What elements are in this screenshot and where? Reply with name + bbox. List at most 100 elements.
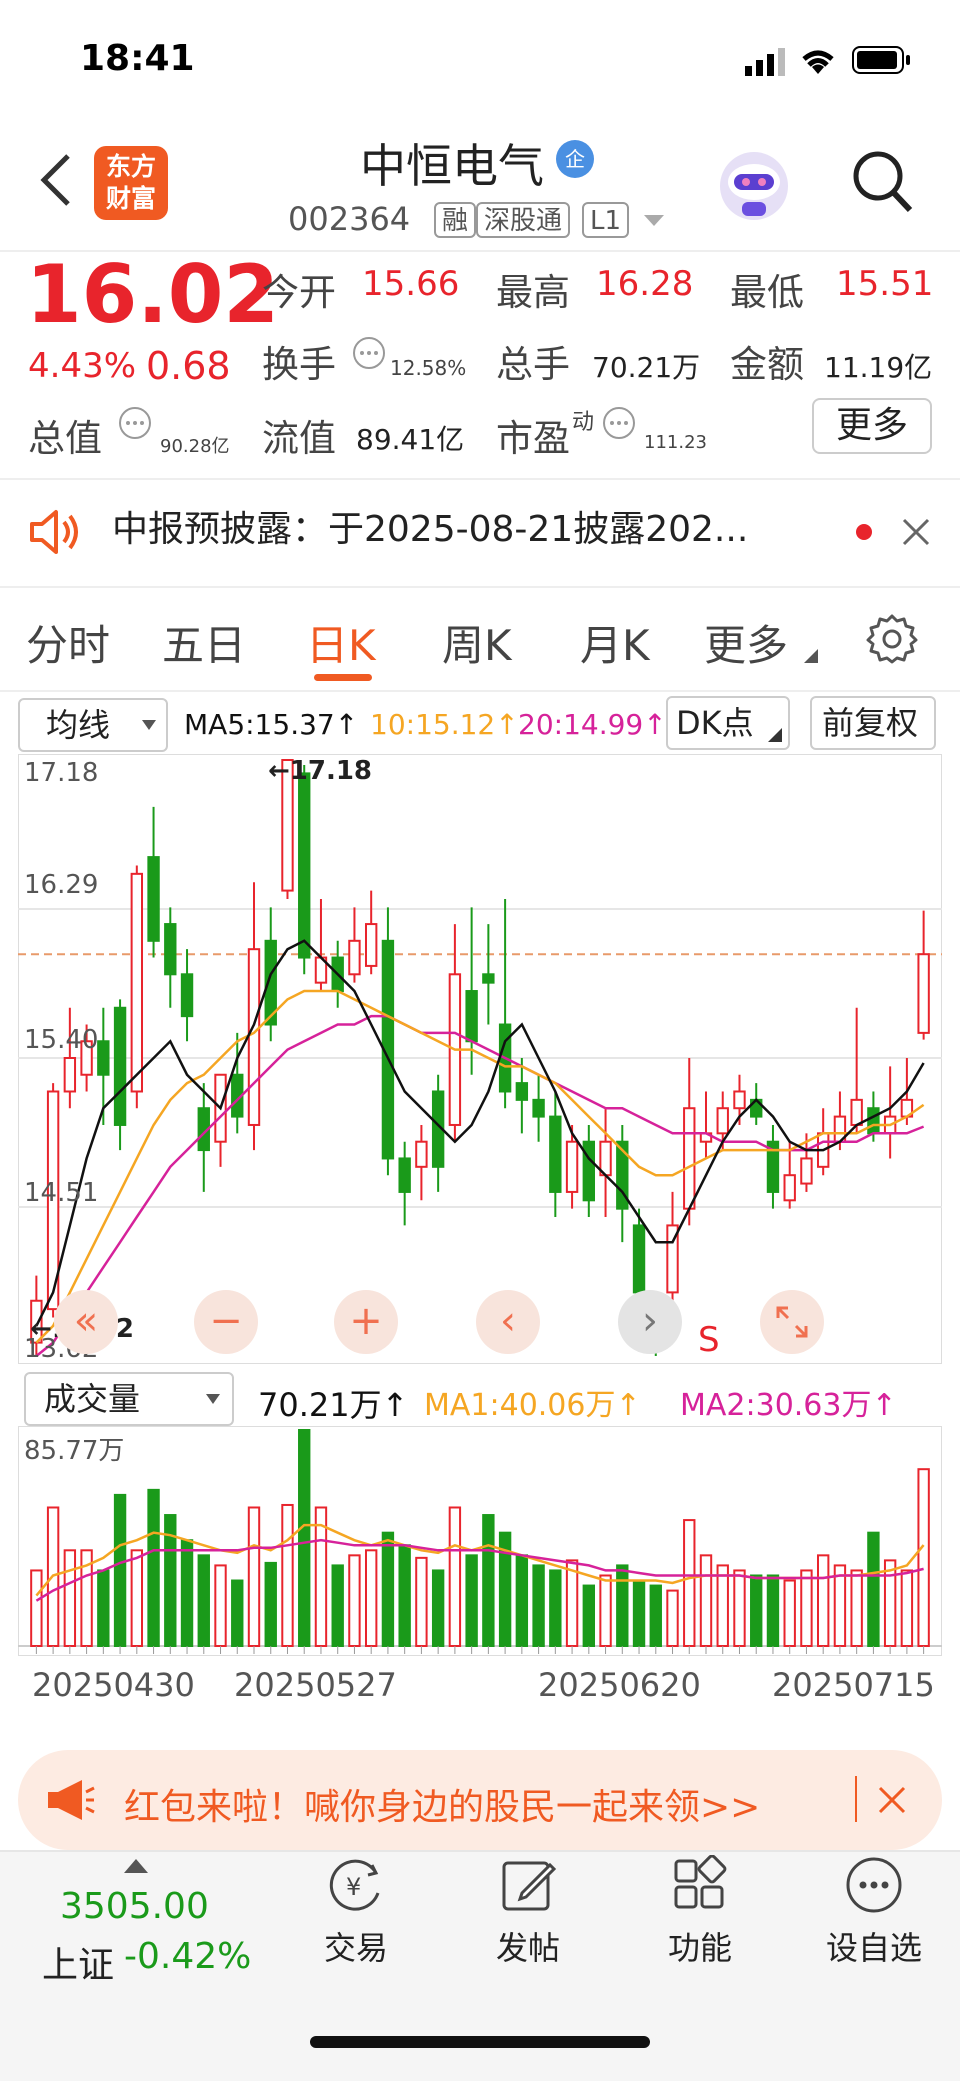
nav-customize[interactable]: 设自选 xyxy=(804,1855,944,1969)
tab-weekly-k[interactable]: 周K xyxy=(442,612,512,673)
low-value: 15.51 xyxy=(836,264,934,304)
high-label: 最高 xyxy=(496,271,570,314)
volume-bar xyxy=(147,1488,160,1647)
signal-icon xyxy=(745,48,789,80)
search-icon xyxy=(853,151,913,213)
tag-level: L1 xyxy=(582,202,630,238)
pe-info-icon[interactable] xyxy=(602,406,636,444)
indicator-select[interactable]: 均线 xyxy=(18,698,168,752)
logo-text: 东方财富 xyxy=(105,152,156,213)
banner-text[interactable]: 红包来啦！喊你身边的股民一起来领>> xyxy=(124,1778,760,1830)
volume-chart[interactable] xyxy=(18,1426,942,1656)
ma10-value: 10:15.12↑ xyxy=(370,708,519,741)
tab-more[interactable]: 更多 xyxy=(704,612,788,673)
date-label-4: 20250715 xyxy=(772,1666,935,1704)
close-notice-button[interactable] xyxy=(900,516,932,552)
index-value[interactable]: 3505.00 xyxy=(60,1886,209,1927)
candle-body xyxy=(850,1098,863,1126)
active-tab-indicator xyxy=(314,674,372,681)
dk-button[interactable]: DK点 xyxy=(666,696,790,750)
volume-select-label: 成交量 xyxy=(44,1380,141,1418)
volume-bar xyxy=(900,1569,914,1648)
candle-body xyxy=(582,1140,596,1202)
turnover-info-icon[interactable] xyxy=(352,336,386,374)
more-triangle-icon xyxy=(804,648,818,667)
tag-margin: 融 xyxy=(434,202,477,238)
edit-icon xyxy=(502,1861,557,1911)
tab-intraday[interactable]: 分时 xyxy=(26,612,110,673)
adjust-button[interactable]: 前复权 xyxy=(810,696,936,750)
candle-body xyxy=(113,1006,127,1126)
volume-bar xyxy=(214,1564,227,1647)
settings-button[interactable] xyxy=(866,612,918,668)
scroll-left-far-button[interactable]: « xyxy=(54,1290,118,1354)
market-cap-info-icon[interactable] xyxy=(118,406,152,444)
pe-value: 111.23 xyxy=(644,432,707,453)
volume-select[interactable]: 成交量 xyxy=(24,1372,234,1426)
date-label-1: 20250430 xyxy=(32,1666,195,1704)
sell-marker: S xyxy=(698,1320,720,1360)
volume-bar xyxy=(180,1539,194,1647)
robot-icon[interactable] xyxy=(716,148,792,228)
open-label: 今开 xyxy=(262,271,336,314)
volume-current: 70.21万↑ xyxy=(258,1386,409,1424)
kline-chart[interactable] xyxy=(18,754,942,1364)
candle-body xyxy=(716,1107,729,1135)
search-button[interactable] xyxy=(850,148,916,222)
open-value: 15.66 xyxy=(362,264,460,304)
volume-bar xyxy=(565,1559,579,1647)
index-name[interactable]: 上证 xyxy=(42,1936,114,1988)
tab-monthly-k[interactable]: 月K xyxy=(580,612,650,673)
volume-bar xyxy=(197,1554,210,1647)
y-axis-label-3: 15.40 xyxy=(24,1025,99,1055)
volume-bar xyxy=(415,1556,428,1648)
volume-bar xyxy=(917,1468,930,1647)
market-cap-label: 总值 xyxy=(28,417,102,460)
candle-body xyxy=(364,923,378,967)
nav-functions[interactable]: 功能 xyxy=(630,1855,770,1969)
volume-bar xyxy=(314,1506,328,1647)
date-label-2: 20250527 xyxy=(234,1666,397,1704)
status-time: 18:41 xyxy=(80,38,195,79)
nav-trade-label: 交易 xyxy=(323,1929,388,1967)
scroll-left-button[interactable]: ‹ xyxy=(476,1290,540,1354)
date-label-3: 20250620 xyxy=(538,1666,701,1704)
close-banner-button[interactable] xyxy=(876,1784,908,1820)
nav-functions-label: 功能 xyxy=(667,1929,732,1967)
indicator-select-label: 均线 xyxy=(46,706,111,744)
volume-bar xyxy=(331,1564,344,1647)
volume-bar xyxy=(683,1519,696,1647)
candle-body xyxy=(482,973,495,984)
more-button[interactable]: 更多 xyxy=(812,398,932,454)
candle-body xyxy=(130,872,144,1093)
nav-post[interactable]: 发帖 xyxy=(458,1855,598,1969)
volume-bar xyxy=(247,1506,261,1647)
volume-bar xyxy=(431,1569,445,1648)
nav-trade[interactable]: ¥ 交易 xyxy=(286,1855,426,1969)
app-logo: 东方财富 xyxy=(94,146,168,220)
tab-daily-k[interactable]: 日K xyxy=(306,612,376,673)
zoom-in-button[interactable]: + xyxy=(334,1290,398,1354)
volume-bar xyxy=(666,1589,679,1647)
volume-bar xyxy=(30,1569,43,1648)
back-button[interactable] xyxy=(36,150,76,214)
volume-bar xyxy=(883,1559,897,1647)
notice-text[interactable]: 中报预披露：于2025-08-21披露202... xyxy=(112,500,748,552)
volume-svg xyxy=(18,1426,942,1656)
scroll-right-button[interactable]: › xyxy=(618,1290,682,1354)
amount-label: 金额 xyxy=(730,343,804,386)
index-change[interactable]: -0.42% xyxy=(124,1936,251,1977)
volume-bar xyxy=(231,1579,244,1648)
candle-body xyxy=(298,772,311,959)
zoom-out-button[interactable]: − xyxy=(194,1290,258,1354)
close-icon xyxy=(878,1786,906,1814)
dropdown-icon[interactable] xyxy=(642,212,666,232)
adjust-label: 前复权 xyxy=(822,704,919,742)
volume-ma1: MA1:40.06万↑ xyxy=(424,1388,641,1423)
pe-label: 市盈 xyxy=(496,417,570,460)
chevron-down-icon xyxy=(142,720,156,730)
tab-five-day[interactable]: 五日 xyxy=(162,612,246,673)
chevron-left-icon xyxy=(40,154,70,206)
volume-bar xyxy=(381,1531,395,1647)
fullscreen-button[interactable] xyxy=(760,1290,824,1354)
